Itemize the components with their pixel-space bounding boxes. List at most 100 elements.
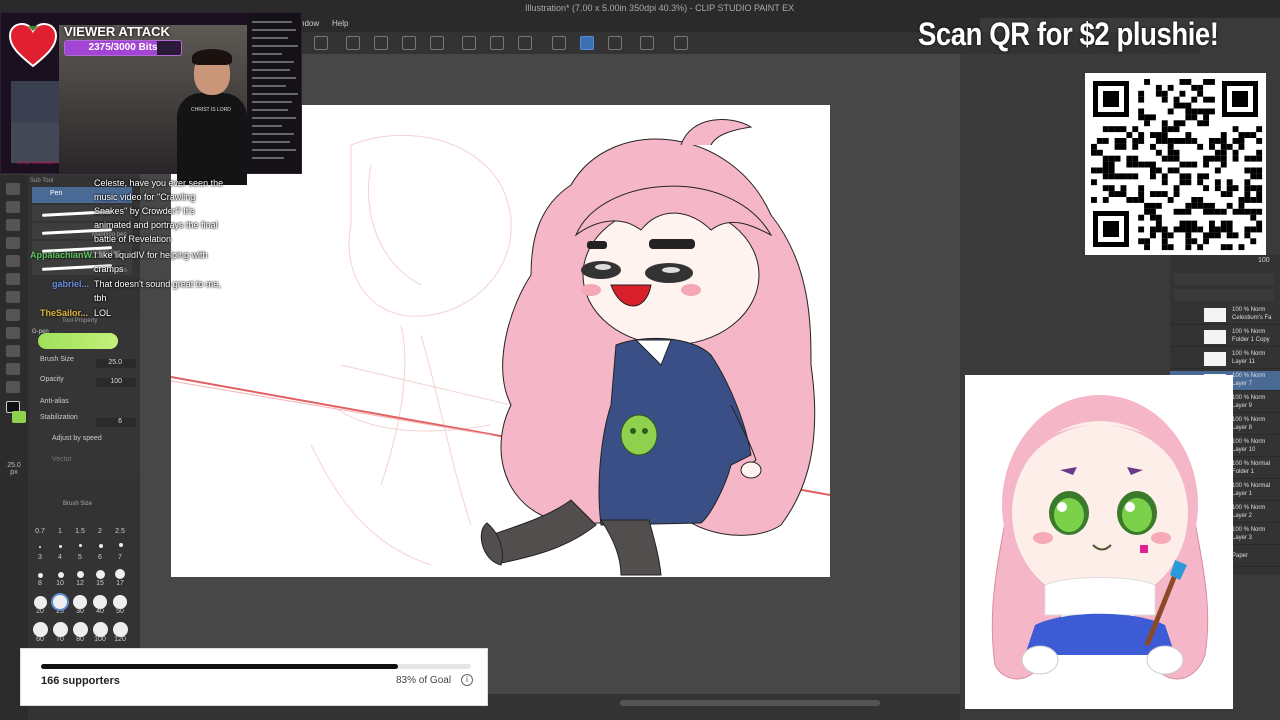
brush-size-cell[interactable]: 6: [90, 554, 110, 561]
select-icon[interactable]: [462, 36, 476, 50]
tool-property-header: Tool Property: [62, 318, 98, 324]
menu-help[interactable]: Help: [332, 19, 348, 28]
streamer-hair: [192, 49, 232, 65]
chat-username: gabriel...: [52, 279, 90, 289]
eraser-tool-icon[interactable]: [6, 327, 20, 339]
pencil-tool-icon[interactable]: [6, 273, 20, 285]
brush-size-cell[interactable]: 10: [50, 580, 70, 587]
horizontal-scrollbar[interactable]: [620, 700, 880, 706]
pen-active-icon[interactable]: [580, 36, 594, 50]
settings-icon[interactable]: [674, 36, 688, 50]
brush-size-cell[interactable]: 2.5: [110, 528, 130, 535]
qr-banner-title: Scan QR for $2 plushie!: [918, 16, 1219, 52]
fill-icon[interactable]: [402, 36, 416, 50]
blend-tool-icon[interactable]: [6, 345, 20, 357]
undo-icon[interactable]: [314, 36, 328, 50]
brush-size-readout-unit: px: [10, 469, 18, 476]
crop-icon[interactable]: [430, 36, 444, 50]
brush-preview: [38, 333, 118, 349]
brush-size-cell[interactable]: 5: [70, 554, 90, 561]
brush-size-dot: [113, 622, 128, 637]
alert-title: VIEWER ATTACK: [64, 24, 170, 39]
brush-size-dot: [34, 596, 47, 609]
brush-size-cell[interactable]: 3: [30, 554, 50, 561]
brush-size-input[interactable]: 25.0: [96, 359, 136, 368]
brush-size-cell[interactable]: 1: [50, 528, 70, 535]
layer-toolbar-2: [1174, 289, 1274, 301]
brush-size-cell[interactable]: 50: [110, 608, 130, 615]
layer-opacity-top[interactable]: 100: [1258, 257, 1270, 264]
move-tool-icon[interactable]: [6, 183, 20, 195]
brush-size-cell[interactable]: 120: [110, 636, 130, 643]
opacity-label: Opacity: [40, 376, 64, 383]
sub-color-swatch[interactable]: [12, 411, 26, 423]
supporters-goal: 83% of Goal: [396, 675, 452, 686]
adjust-by-speed-checkbox[interactable]: Adjust by speed: [52, 435, 102, 442]
ruler-icon[interactable]: [640, 36, 654, 50]
deselect-icon[interactable]: [490, 36, 504, 50]
brush-size-cell[interactable]: 80: [70, 636, 90, 643]
brush-size-cell[interactable]: 17: [110, 580, 130, 587]
brush-size-readout-value: 25.0: [7, 462, 21, 469]
pen-mode-icon[interactable]: [552, 36, 566, 50]
brush-size-dot: [38, 573, 43, 578]
fill-tool-icon[interactable]: [6, 363, 20, 375]
transform-icon[interactable]: [346, 36, 360, 50]
brush-size-cell[interactable]: 15: [90, 580, 110, 587]
brush-size-cell[interactable]: 20: [30, 608, 50, 615]
antialias-label: Anti-alias: [40, 398, 69, 405]
chat-message: Snakes" by Crowder? It's: [94, 206, 195, 216]
brush-size-dot: [119, 543, 123, 547]
airbrush-tool-icon[interactable]: [6, 309, 20, 321]
app-window: Illustration* (7.00 x 5.00in 350dpi 40.3…: [0, 0, 1280, 720]
info-icon[interactable]: i: [461, 674, 473, 686]
avatar-overlay: [965, 375, 1233, 709]
brush-size-label: Brush Size: [40, 356, 74, 363]
brush-size-cell[interactable]: 1.5: [70, 528, 90, 535]
mini-chat-panel: [249, 13, 301, 173]
tomato-heart-icon: [8, 22, 58, 68]
window-title: Illustration* (7.00 x 5.00in 350dpi 40.3…: [525, 3, 795, 13]
stabilization-input[interactable]: 6: [96, 418, 136, 427]
qr-pattern: [1091, 79, 1263, 251]
drawing-canvas[interactable]: [171, 105, 830, 577]
brush-size-dot: [93, 622, 108, 637]
layer-row[interactable]: 100 % Norm Folder 1 Copy: [1170, 327, 1280, 347]
brush-size-cell[interactable]: 2: [90, 528, 110, 535]
pen-tool-icon[interactable]: [6, 255, 20, 267]
brush-size-cell[interactable]: 40: [90, 608, 110, 615]
brush-size-cell[interactable]: 7: [110, 554, 130, 561]
brush-size-cell[interactable]: 8: [30, 580, 50, 587]
brush-size-cell[interactable]: 4: [50, 554, 70, 561]
zoom-tool-icon[interactable]: [6, 201, 20, 213]
clear-icon[interactable]: [374, 36, 388, 50]
layer-row[interactable]: 100 % Norm Layer 11: [1170, 349, 1280, 369]
webcam-caption: CLOSE TO ANTIQUITY: [17, 160, 60, 165]
select-tool-icon[interactable]: [6, 219, 20, 231]
pencil-icon[interactable]: [608, 36, 622, 50]
supporters-widget: 166 supporters 83% of Goal i: [20, 648, 488, 706]
invert-icon[interactable]: [518, 36, 532, 50]
brush-size-dot: [99, 544, 103, 548]
brush-size-cell[interactable]: 12: [70, 580, 90, 587]
chat-username: TheSailor...: [40, 308, 89, 318]
brush-size-readout: 25.0 px: [2, 462, 26, 476]
supporters-count: 166 supporters: [41, 675, 120, 687]
supporters-progress-fill: [41, 664, 398, 669]
text-tool-icon[interactable]: [6, 381, 20, 393]
chat-message: That doesn't sound great to me,: [94, 279, 221, 289]
qr-code: [1085, 73, 1266, 255]
layer-row[interactable]: 100 % Norm Celestium's Fa: [1170, 305, 1280, 325]
brush-size-cell[interactable]: 0.7: [30, 528, 50, 535]
chat-overlay: Celeste, have you ever seen the music vi…: [28, 178, 228, 328]
brush-size-cell[interactable]: 70: [50, 636, 70, 643]
brush-size-cell[interactable]: 30: [70, 608, 90, 615]
brush-tool-icon[interactable]: [6, 291, 20, 303]
brush-size-cell[interactable]: 25: [50, 608, 70, 615]
opacity-input[interactable]: 100: [96, 378, 136, 387]
brush-size-header: Brush Size: [63, 501, 93, 507]
brush-size-cell[interactable]: 60: [30, 636, 50, 643]
brush-size-cell[interactable]: 100: [90, 636, 110, 643]
eyedropper-tool-icon[interactable]: [6, 237, 20, 249]
menu-window[interactable]: ndow: [300, 19, 319, 28]
